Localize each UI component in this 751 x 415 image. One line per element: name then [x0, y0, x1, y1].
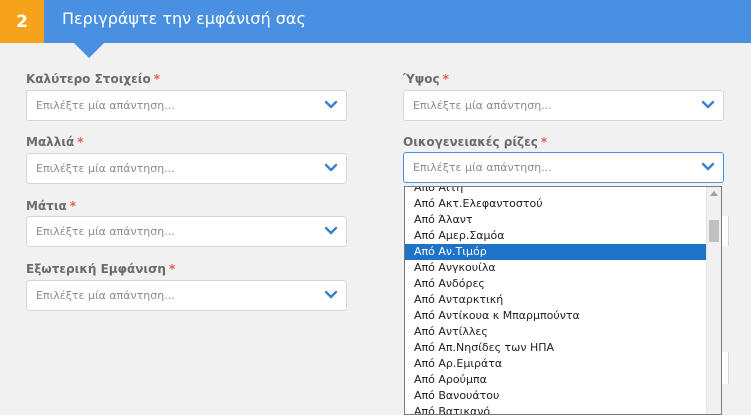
required-marker: *	[168, 262, 176, 276]
dropdown-option[interactable]: Από Ακτ.Ελεφαντοστού	[405, 196, 707, 212]
ancestry-label: Οικογενειακές ρίζες *	[403, 135, 548, 149]
best-feature-label: Καλύτερο Στοιχείο *	[26, 72, 160, 86]
required-marker: *	[540, 135, 548, 149]
dropdown-option[interactable]: Από Αντίκουα κ Μπαρμπούντα	[405, 308, 707, 324]
appearance-select[interactable]: Επιλέξτε μία απάντηση...	[26, 280, 347, 311]
height-label: Ύψος *	[403, 72, 449, 86]
chevron-down-icon	[324, 290, 338, 299]
required-marker: *	[77, 135, 84, 149]
hair-select[interactable]: Επιλέξτε μία απάντηση...	[26, 153, 347, 184]
dropdown-option[interactable]: Από Βανουάτου	[405, 388, 707, 404]
chevron-down-icon	[324, 163, 338, 172]
required-marker: *	[153, 72, 160, 86]
select-placeholder: Επιλέξτε μία απάντηση...	[36, 162, 175, 175]
dropdown-option[interactable]: Από Ανδόρες	[405, 276, 707, 292]
chevron-down-icon	[324, 100, 338, 109]
step-number-badge: 2	[0, 0, 44, 43]
dropdown-option[interactable]: Από Απ.Νησίδες των ΗΠΑ	[405, 340, 707, 356]
required-marker: *	[69, 199, 77, 213]
step-header: 2 Περιγράψτε την εμφάνισή σας	[0, 0, 751, 43]
dropdown-option[interactable]: Από Αμερ.Σαμόα	[405, 228, 707, 244]
dropdown-option[interactable]: Από Άλαντ	[405, 212, 707, 228]
dropdown-options: Από Αϊτή Από Ακτ.Ελεφαντοστού Από Άλαντ Από…	[405, 187, 707, 414]
hidden-select-edge	[722, 216, 729, 246]
ancestry-dropdown-list[interactable]: Από Αϊτή Από Ακτ.Ελεφαντοστού Από Άλαντ Από…	[404, 186, 722, 415]
header-pointer-arrow	[73, 42, 105, 58]
dropdown-option[interactable]: Από Αϊτή	[405, 187, 707, 196]
hidden-select-edge	[722, 352, 729, 384]
dropdown-option[interactable]: Από Αρούμπα	[405, 372, 707, 388]
select-placeholder: Επιλέξτε μία απάντηση...	[36, 225, 175, 238]
dropdown-option[interactable]: Από Αντίλλες	[405, 324, 707, 340]
ancestry-select[interactable]: Επιλέξτε μία απάντηση...	[403, 152, 724, 183]
dropdown-option[interactable]: Από Ανγκουίλα	[405, 260, 707, 276]
chevron-down-icon	[701, 162, 715, 171]
step-title: Περιγράψτε την εμφάνισή σας	[62, 9, 306, 28]
eyes-label: Μάτια *	[26, 199, 77, 213]
select-placeholder: Επιλέξτε μία απάντηση...	[413, 99, 552, 112]
dropdown-option[interactable]: Από Αν.Τιμόρ	[405, 244, 707, 260]
chevron-down-icon	[701, 100, 715, 109]
eyes-select[interactable]: Επιλέξτε μία απάντηση...	[26, 216, 347, 247]
select-placeholder: Επιλέξτε μία απάντηση...	[413, 161, 552, 174]
dropdown-scrollbar[interactable]	[706, 187, 721, 414]
select-placeholder: Επιλέξτε μία απάντηση...	[36, 99, 175, 112]
height-select[interactable]: Επιλέξτε μία απάντηση...	[403, 90, 724, 121]
select-placeholder: Επιλέξτε μία απάντηση...	[36, 289, 175, 302]
dropdown-option[interactable]: Από Βατικανό	[405, 404, 707, 414]
scrollbar-thumb[interactable]	[709, 220, 719, 242]
best-feature-select[interactable]: Επιλέξτε μία απάντηση...	[26, 90, 347, 121]
dropdown-option[interactable]: Από Αρ.Εμιράτα	[405, 356, 707, 372]
dropdown-option[interactable]: Από Ανταρκτική	[405, 292, 707, 308]
required-marker: *	[442, 72, 449, 86]
hair-label: Μαλλιά *	[26, 135, 84, 149]
scroll-up-icon[interactable]	[710, 191, 718, 196]
appearance-label: Εξωτερική Εμφάνιση *	[26, 262, 176, 276]
chevron-down-icon	[324, 226, 338, 235]
